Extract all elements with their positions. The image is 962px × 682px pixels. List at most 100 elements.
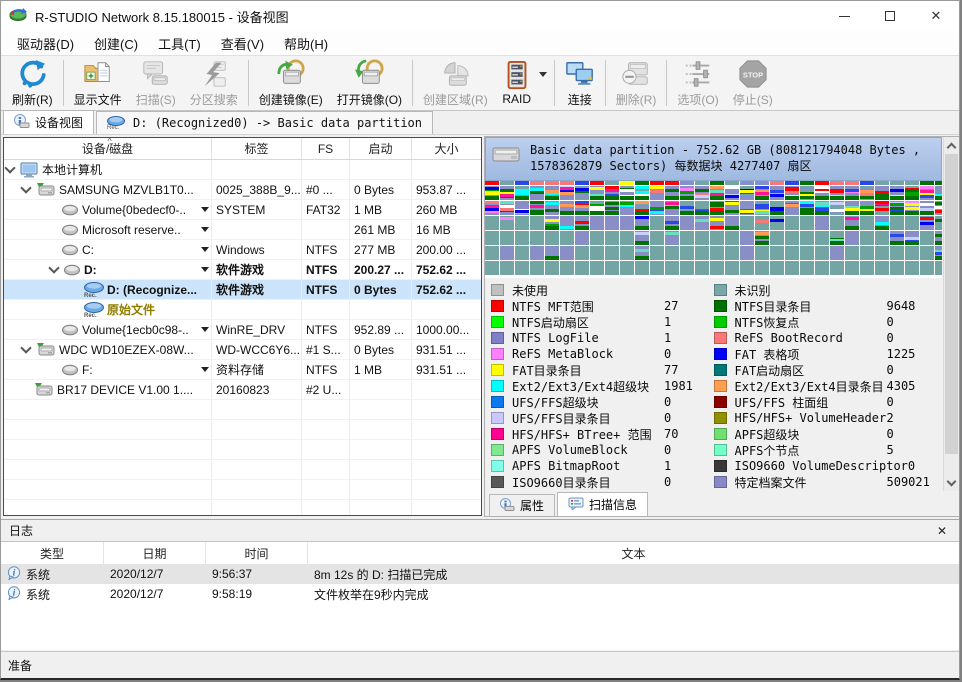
map-block [860,201,874,215]
log-column-1[interactable]: 日期 [104,542,206,564]
tree-row-4[interactable]: C:WindowsNTFS277 MB200.00 ... [4,240,481,260]
tree-cell [350,300,412,320]
tree-row-3[interactable]: Microsoft reserve..261 MB16 MB [4,220,481,240]
connect-button[interactable]: 连接 [558,57,602,109]
open-image-button[interactable]: 打开镜像(O) [330,57,409,109]
map-block [650,261,664,275]
legend-swatch [491,380,504,392]
dropdown-icon[interactable] [201,327,209,336]
options-button[interactable]: 选项(O) [670,57,725,109]
scan-tab-properties[interactable]: 属性 [489,494,555,516]
scan-block-map[interactable] [485,181,942,278]
log-column-2[interactable]: 时间 [206,542,308,564]
show-files-button[interactable]: 显示文件 [67,57,129,109]
chevron-down-icon[interactable] [20,182,31,193]
map-block [875,201,889,215]
tree-row-7[interactable]: Rec.原始文件 [4,300,481,320]
stop-button[interactable]: STOP停止(S) [726,57,780,109]
log-column-0[interactable]: 类型 [1,542,104,564]
tree-cell: WinRE_DRV [212,320,302,340]
map-block [785,246,799,260]
menu-item-3[interactable]: 查看(V) [211,31,274,56]
tree-column-header-3[interactable]: 启动 [350,138,412,159]
tree-column-header-1[interactable]: 标签 [212,138,302,159]
maximize-button[interactable] [867,1,913,31]
tree-row-5[interactable]: D:软件游戏NTFS200.27 ...752.62 ... [4,260,481,280]
menu-item-1[interactable]: 创建(C) [84,31,148,56]
scan-tab-scan-info[interactable]: 扫描信息 [557,492,648,516]
legend-item-right-2: NTFS恢复点0 [714,314,937,330]
tree-row-0[interactable]: 本地计算机 [4,160,481,180]
legend-swatch [491,460,504,472]
dropdown-icon[interactable] [201,247,209,256]
map-block [485,216,499,230]
tree-row-11[interactable]: BR17 DEVICE V1.00 1....20160823#2 U... [4,380,481,400]
tree-row-6[interactable]: Rec.D: (Recognize...软件游戏NTFS0 Bytes752.6… [4,280,481,300]
create-image-button[interactable]: 创建镜像(E) [252,57,330,109]
scroll-up-icon[interactable] [944,137,959,153]
dropdown-icon[interactable] [201,227,209,236]
scan-scrollbar[interactable] [943,137,959,491]
map-block [830,186,844,200]
log-row-0[interactable]: i系统2020/12/79:56:378m 12s 的 D: 扫描已完成 [1,564,959,584]
menu-item-0[interactable]: 驱动器(D) [7,31,84,56]
menu-item-4[interactable]: 帮助(H) [274,31,338,56]
legend-count: 2 [887,411,894,425]
scroll-down-icon[interactable] [944,475,959,491]
legend-count: 1 [664,459,671,473]
chevron-down-icon[interactable] [20,342,31,353]
menu-item-2[interactable]: 工具(T) [148,31,211,56]
scroll-thumb[interactable] [945,154,958,454]
tree-row-10[interactable]: F:资料存储NTFS1 MB931.51 ... [4,360,481,380]
minimize-button[interactable] [821,1,867,31]
tab-partition[interactable]: Rec. D: (Recognized0) -> Basic data part… [96,111,433,134]
map-block [725,216,739,230]
map-block [710,261,724,275]
tree-row-8[interactable]: Volume{1ecb0c98-..WinRE_DRVNTFS952.89 ..… [4,320,481,340]
map-block [680,181,694,185]
chevron-down-icon[interactable] [4,162,15,173]
map-block [890,201,904,215]
create-region-button[interactable]: 创建区域(R) [416,57,495,109]
tree-cell [412,380,481,400]
log-column-3[interactable]: 文本 [308,542,959,564]
delete-button[interactable]: 删除(R) [609,57,664,109]
log-close-icon[interactable]: ✕ [933,524,951,538]
legend-count: 0 [887,427,894,441]
refresh-button[interactable]: 刷新(R) [5,57,60,109]
connect-icon [565,59,595,91]
tab-device-view[interactable]: 设备视图 [3,110,94,134]
tree-column-header-4[interactable]: 大小 [412,138,481,159]
map-block [665,186,679,200]
tree-row-9[interactable]: WDC WD10EZEX-08W...WD-WCC6Y6...#1 S...0 … [4,340,481,360]
tree-row-1[interactable]: SAMSUNG MZVLB1T0...0025_388B_9...#0 ...0… [4,180,481,200]
partition-tab-label: D: (Recognized0) -> Basic data partition [133,116,422,130]
tree-column-header-2[interactable]: FS [302,138,350,159]
dropdown-icon[interactable] [201,207,209,216]
legend-item-left-7: UFS/FFS超级块0 [491,394,714,410]
map-block [485,261,499,275]
map-block [695,216,709,230]
map-block [785,231,799,245]
tree-cell: 261 MB [350,220,412,240]
dropdown-icon[interactable] [201,267,209,276]
log-row-1[interactable]: i系统2020/12/79:58:19文件枚举在9秒内完成 [1,584,959,604]
raid-icon [502,60,532,92]
create-image-label: 创建镜像(E) [259,91,323,108]
legend-swatch [491,300,504,312]
scan-button[interactable]: 扫描(S) [129,57,183,109]
raid-dropdown-icon[interactable] [539,72,547,81]
tree-row-2[interactable]: Volume{0bedecf0-..SYSTEMFAT321 MB260 MB [4,200,481,220]
partition-search-button[interactable]: 分区搜索 [183,57,245,109]
tree-column-header-0[interactable]: 设备/磁盘^ [4,138,212,159]
scan-panel-tabs: 属性扫描信息 [485,491,650,516]
legend-item-left-10: APFS VolumeBlock0 [491,442,714,458]
chevron-down-icon[interactable] [48,262,59,273]
partition-header: Basic data partition - 752.62 GB (808121… [485,137,942,181]
legend-count: 0 [887,331,894,345]
dropdown-icon[interactable] [201,367,209,376]
close-button[interactable]: ✕ [913,1,959,31]
map-block [875,186,889,200]
legend-item-right-5: FAT启动扇区0 [714,362,937,378]
raid-button[interactable]: RAID [495,57,539,109]
